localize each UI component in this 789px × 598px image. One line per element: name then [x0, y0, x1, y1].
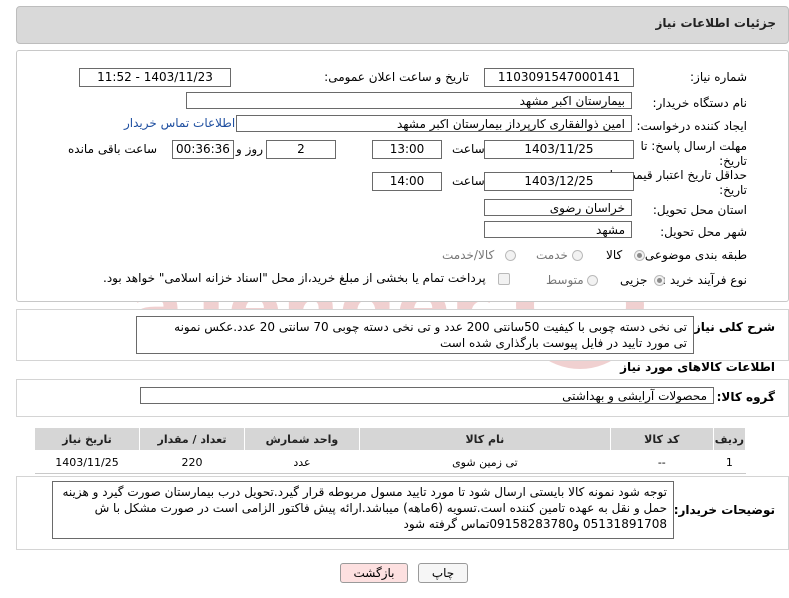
treasury-payment-checkbox[interactable]	[498, 273, 510, 285]
cell-unit: عدد	[244, 450, 360, 474]
table-row: 1 -- تی زمین شوی عدد 220 1403/11/25	[34, 450, 746, 474]
validity-label-2: تاریخ:	[719, 183, 747, 197]
deadline-label: مهلت ارسال پاسخ: تا	[640, 139, 747, 153]
category-option-service: خدمت	[536, 248, 568, 262]
buyer-org-field: بیمارستان اکبر مشهد	[186, 92, 632, 109]
table-header-row: ردیف کد کالا نام کالا واحد شمارش تعداد /…	[33, 427, 747, 451]
col-header-name: نام کالا	[358, 427, 611, 451]
province-field: خراسان رضوی	[484, 199, 632, 216]
goods-section-title: اطلاعات کالاهای مورد نیاز	[620, 360, 775, 374]
validity-date-field: 1403/12/25	[484, 172, 634, 191]
need-number-label: شماره نیاز:	[690, 70, 747, 84]
cell-name: تی زمین شوی	[359, 450, 611, 474]
cell-quantity: 220	[139, 450, 245, 474]
days-remaining-field: 2	[266, 140, 336, 159]
process-radio-minor[interactable]	[654, 275, 665, 286]
col-header-row-number: ردیف	[712, 427, 747, 451]
contact-info-link[interactable]: اطلاعات تماس خریدار	[124, 116, 235, 130]
summary-line-2: تی مورد تایید در فایل پیوست بارگذاری شده…	[440, 336, 687, 350]
category-radio-both[interactable]	[505, 250, 516, 261]
items-table: ردیف کد کالا نام کالا واحد شمارش تعداد /…	[33, 427, 747, 474]
category-radio-goods[interactable]	[634, 250, 645, 261]
summary-text-area: تی نخی دسته چوبی با کیفیت 50سانتی 200 عد…	[136, 316, 694, 354]
deadline-label-2: تاریخ:	[719, 154, 747, 168]
cell-code: --	[610, 450, 714, 474]
city-label: شهر محل تحویل:	[660, 225, 747, 239]
need-number-field: 1103091547000141	[484, 68, 634, 87]
validity-time-field: 14:00	[372, 172, 442, 191]
process-radio-medium[interactable]	[587, 275, 598, 286]
process-option-medium: متوسط	[546, 273, 584, 287]
buyer-notes-line-2: حمل و نقل به عهده تامین کننده است.تسویه …	[94, 501, 667, 515]
goods-group-field: محصولات آرایشی و بهداشتی	[140, 387, 714, 404]
province-label: استان محل تحویل:	[652, 203, 747, 217]
remaining-time-label: ساعت باقی مانده	[68, 142, 158, 156]
buyer-notes-text-area: توجه شود نمونه کالا بایستی ارسال شود تا …	[52, 481, 674, 539]
buyer-org-label: نام دستگاه خریدار:	[652, 96, 748, 110]
category-label: طبقه بندی موضوعی:	[640, 248, 747, 262]
announce-label: تاریخ و ساعت اعلان عمومی:	[324, 70, 469, 84]
deadline-time-field: 13:00	[372, 140, 442, 159]
summary-line-1: تی نخی دسته چوبی با کیفیت 50سانتی 200 عد…	[174, 320, 687, 334]
requester-label: ایجاد کننده درخواست:	[636, 119, 747, 133]
cell-row-number: 1	[713, 450, 746, 474]
process-label: نوع فرآیند خرید :	[662, 273, 747, 287]
treasury-payment-note: پرداخت تمام یا بخشی از مبلغ خرید،از محل …	[103, 271, 486, 285]
col-header-code: کد کالا	[609, 427, 714, 451]
category-radio-service[interactable]	[572, 250, 583, 261]
validity-time-label: ساعت	[452, 174, 485, 188]
announce-datetime-field: 1403/11/23 - 11:52	[79, 68, 231, 87]
requester-field: امین ذوالفقاری کارپرداز بیمارستان اکبر م…	[236, 115, 632, 132]
remaining-time-field: 00:36:36	[172, 140, 234, 159]
category-option-goods: کالا	[606, 248, 623, 262]
deadline-time-label: ساعت	[452, 142, 485, 156]
buyer-notes-label: توضیحات خریدار:	[673, 503, 775, 517]
col-header-need-date: تاریخ نیاز	[33, 427, 141, 451]
page-title: جزئیات اطلاعات نیاز	[655, 16, 776, 30]
buyer-notes-line-1: توجه شود نمونه کالا بایستی ارسال شود تا …	[62, 485, 667, 499]
back-button[interactable]: بازگشت	[340, 563, 408, 583]
goods-group-label: گروه کالا:	[716, 390, 775, 404]
deadline-date-field: 1403/11/25	[484, 140, 634, 159]
col-header-quantity: تعداد / مقدار	[139, 427, 245, 451]
category-option-both: کالا/خدمت	[442, 248, 495, 262]
print-button[interactable]: چاپ	[418, 563, 468, 583]
cell-need-date: 1403/11/25	[34, 450, 140, 474]
page-header: جزئیات اطلاعات نیاز	[16, 6, 789, 44]
days-label: روز و	[236, 142, 263, 156]
summary-label: شرح کلی نیاز:	[689, 320, 775, 334]
buyer-notes-line-3: 05131891708 و09158283780تماس گرفته شود	[403, 517, 667, 531]
col-header-unit: واحد شمارش	[243, 427, 360, 451]
process-option-minor: جزیی	[620, 273, 648, 287]
city-field: مشهد	[484, 221, 632, 238]
